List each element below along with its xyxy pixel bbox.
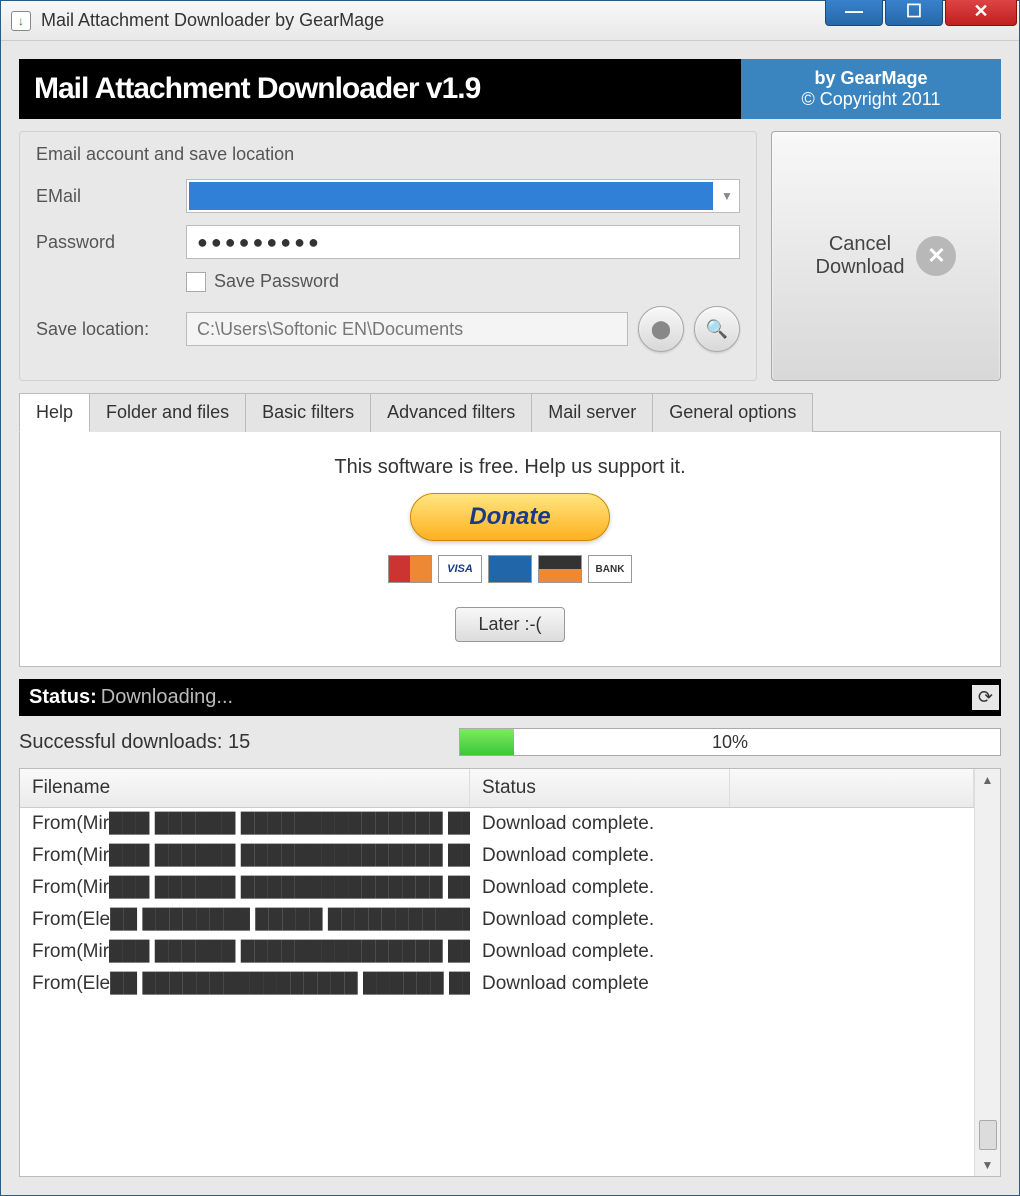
tab-advanced-filters[interactable]: Advanced filters	[370, 393, 532, 432]
cell-status: Download complete.	[470, 875, 974, 901]
discover-icon	[538, 555, 582, 583]
password-field[interactable]	[186, 225, 740, 259]
cell-status: Download complete.	[470, 843, 974, 869]
table-row[interactable]: From(Ele██ ████████████████ ██████ █████…	[20, 968, 974, 1000]
tab-strip: Help Folder and files Basic filters Adva…	[19, 393, 1001, 432]
app-window: ↓ Mail Attachment Downloader by GearMage…	[0, 0, 1020, 1196]
table-row[interactable]: From(Mir███ ██████ ███████████████ ███).…	[20, 936, 974, 968]
donate-button[interactable]: Donate	[410, 493, 610, 541]
later-button[interactable]: Later :-(	[455, 607, 564, 642]
tab-basic-filters[interactable]: Basic filters	[245, 393, 371, 432]
mastercard-icon	[388, 555, 432, 583]
client-area: Mail Attachment Downloader v1.9 by GearM…	[1, 41, 1019, 1195]
scroll-down-icon[interactable]: ▼	[982, 1158, 994, 1172]
cancel-label: Cancel Download	[816, 233, 905, 279]
save-location-field[interactable]	[186, 312, 628, 346]
progress-row: Successful downloads: 15 10%	[19, 728, 1001, 756]
table-header: Filename Status	[20, 769, 974, 808]
scroll-thumb[interactable]	[979, 1120, 997, 1150]
progress-bar: 10%	[459, 728, 1001, 756]
group-title: Email account and save location	[36, 144, 740, 165]
status-label: Status:	[29, 686, 97, 709]
chevron-down-icon[interactable]: ▼	[715, 189, 739, 203]
account-row: Email account and save location EMail ▼ …	[19, 131, 1001, 381]
table-row[interactable]: From(Mir███ ██████ ███████████████ ███).…	[20, 808, 974, 840]
email-label: EMail	[36, 186, 176, 207]
maximize-button[interactable]: ☐	[885, 0, 943, 26]
table-row[interactable]: From(Mir███ ██████ ███████████████ ███).…	[20, 872, 974, 904]
banner: Mail Attachment Downloader v1.9 by GearM…	[19, 59, 1001, 119]
downloads-table: Filename Status From(Mir███ ██████ █████…	[19, 768, 1001, 1177]
cell-status: Download complete.	[470, 811, 974, 837]
browse-button[interactable]: 🔍	[694, 306, 740, 352]
visa-icon: VISA	[438, 555, 482, 583]
scroll-up-icon[interactable]: ▲	[982, 773, 994, 787]
cell-filename: From(Mir███ ██████ ███████████████ ███).…	[20, 843, 470, 869]
brand-copyright: © Copyright 2011	[741, 89, 1001, 110]
cell-status: Download complete	[470, 971, 974, 997]
progress-percent: 10%	[460, 732, 1000, 753]
app-title: Mail Attachment Downloader v1.9	[19, 59, 741, 119]
cell-filename: From(Mir███ ██████ ███████████████ ███).…	[20, 811, 470, 837]
password-label: Password	[36, 232, 176, 253]
download-count: Successful downloads: 15	[19, 731, 439, 754]
titlebar[interactable]: ↓ Mail Attachment Downloader by GearMage…	[1, 1, 1019, 41]
table-row[interactable]: From(Ele██ ████████ █████ ██████████████…	[20, 904, 974, 936]
brand-box: by GearMage © Copyright 2011	[741, 59, 1001, 119]
cell-filename: From(Ele██ ████████ █████ ██████████████…	[20, 907, 470, 933]
cancel-icon: ✕	[916, 236, 956, 276]
cell-status: Download complete.	[470, 939, 974, 965]
email-value-redacted	[189, 182, 713, 210]
save-password-label: Save Password	[214, 271, 339, 292]
window-controls: — ☐ ✕	[825, 1, 1019, 40]
save-location-label: Save location:	[36, 319, 176, 340]
folder-icon: ⬤	[651, 319, 671, 340]
loading-icon: ⟳	[972, 685, 999, 710]
app-icon: ↓	[11, 11, 31, 31]
cancel-download-button[interactable]: Cancel Download ✕	[771, 131, 1001, 381]
scrollbar[interactable]: ▲ ▼	[974, 769, 1000, 1176]
col-empty	[730, 769, 974, 807]
window-title: Mail Attachment Downloader by GearMage	[41, 10, 825, 31]
cell-filename: From(Ele██ ████████████████ ██████ █████…	[20, 971, 470, 997]
help-text: This software is free. Help us support i…	[334, 456, 685, 479]
table-row[interactable]: From(Mir███ ██████ ███████████████ ███).…	[20, 840, 974, 872]
tab-content-help: This software is free. Help us support i…	[19, 431, 1001, 667]
save-password-checkbox[interactable]	[186, 272, 206, 292]
cell-filename: From(Mir███ ██████ ███████████████ ███).…	[20, 875, 470, 901]
col-status[interactable]: Status	[470, 769, 730, 807]
tab-mail-server[interactable]: Mail server	[531, 393, 653, 432]
email-combo[interactable]: ▼	[186, 179, 740, 213]
open-folder-button[interactable]: ⬤	[638, 306, 684, 352]
minimize-button[interactable]: —	[825, 0, 883, 26]
brand-by: by GearMage	[741, 68, 1001, 89]
status-bar: Status: Downloading... ⟳	[19, 679, 1001, 716]
search-icon: 🔍	[706, 319, 728, 340]
tab-folder-files[interactable]: Folder and files	[89, 393, 246, 432]
col-filename[interactable]: Filename	[20, 769, 470, 807]
status-text: Downloading...	[101, 686, 233, 709]
payment-cards: VISA BANK	[388, 555, 632, 583]
tabs-container: Help Folder and files Basic filters Adva…	[19, 393, 1001, 667]
account-group: Email account and save location EMail ▼ …	[19, 131, 757, 381]
cell-status: Download complete.	[470, 907, 974, 933]
bank-icon: BANK	[588, 555, 632, 583]
table-body: From(Mir███ ██████ ███████████████ ███).…	[20, 808, 974, 1176]
close-button[interactable]: ✕	[945, 0, 1017, 26]
tab-help[interactable]: Help	[19, 393, 90, 432]
amex-icon	[488, 555, 532, 583]
tab-general-options[interactable]: General options	[652, 393, 813, 432]
cell-filename: From(Mir███ ██████ ███████████████ ███).…	[20, 939, 470, 965]
